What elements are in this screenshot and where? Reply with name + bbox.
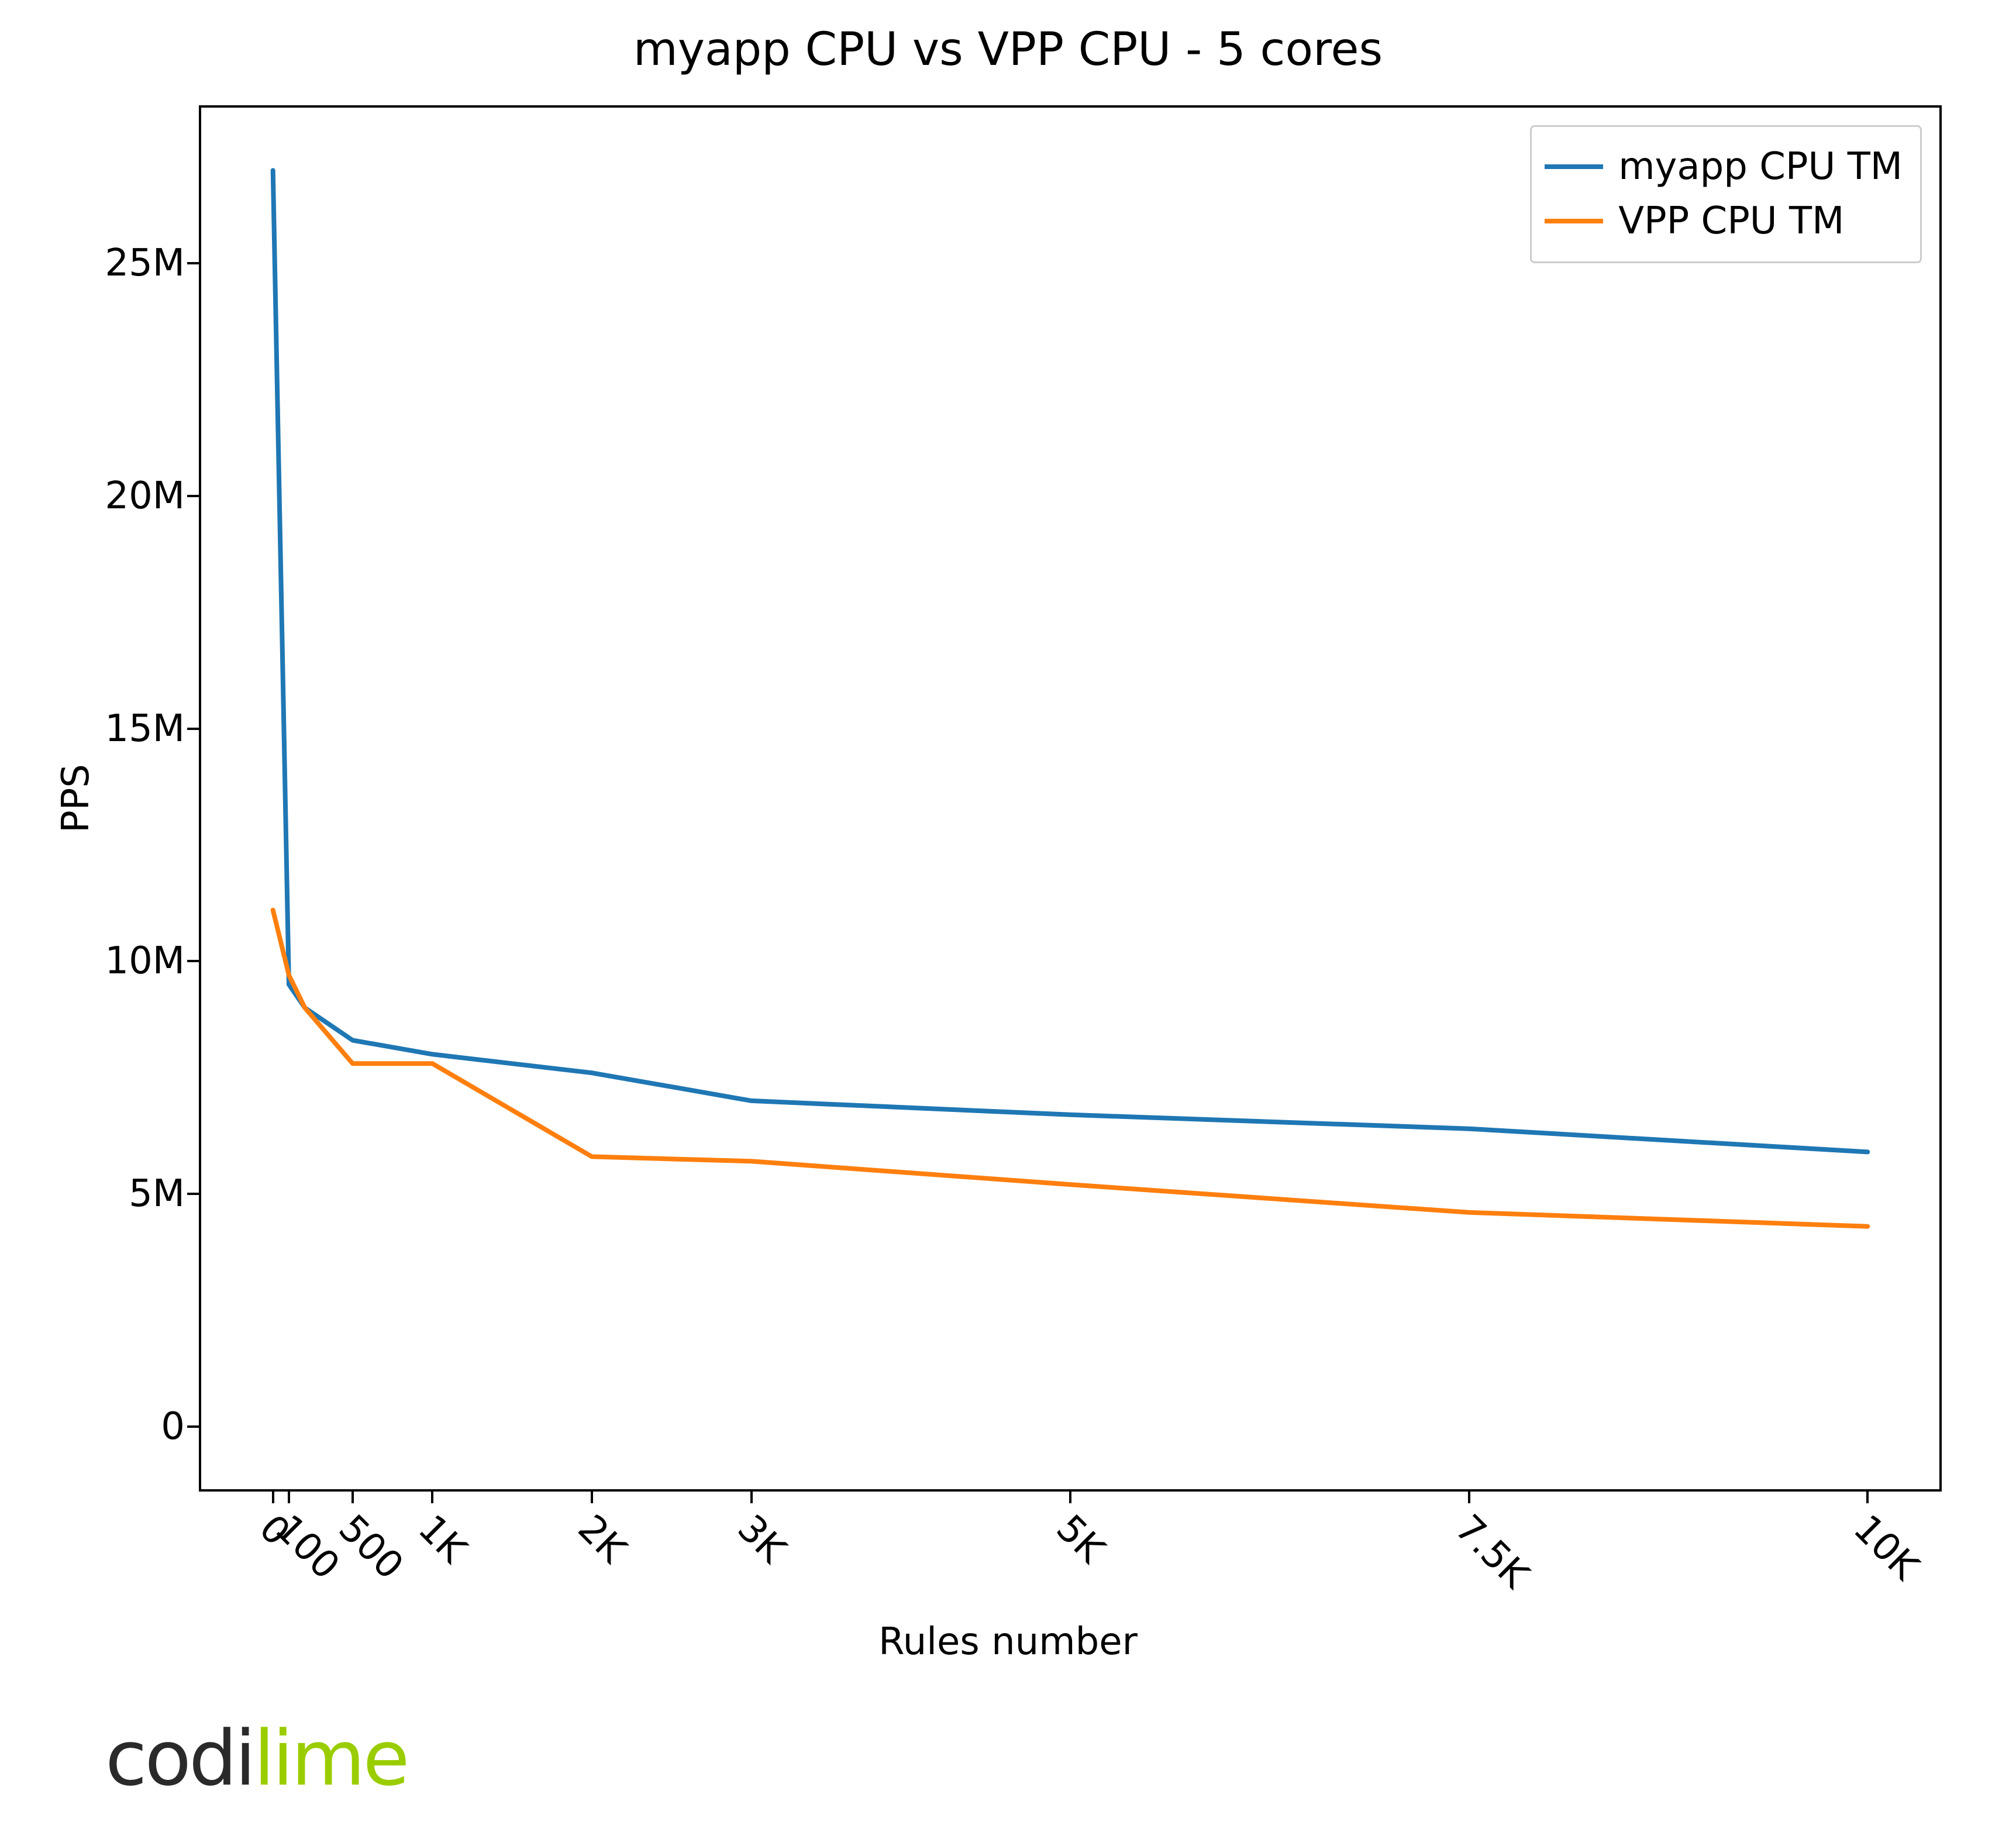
x-tick-label: 7.5K: [1446, 1507, 1536, 1597]
x-tick: [351, 1489, 354, 1503]
x-tick-label: 500: [330, 1507, 412, 1588]
legend-item: VPP CPU TM: [1545, 194, 1903, 249]
legend: myapp CPU TM VPP CPU TM: [1530, 125, 1922, 263]
x-tick-label: 1K: [410, 1507, 475, 1572]
y-tick-label: 10M: [105, 939, 185, 983]
y-tick-label: 25M: [105, 242, 185, 285]
x-tick-label: 5K: [1048, 1507, 1113, 1572]
y-tick: [187, 1193, 201, 1195]
x-tick-label: 2K: [570, 1507, 635, 1572]
x-axis-label: Rules number: [0, 1620, 2016, 1664]
series-line-vpp-cpu-tm: [273, 910, 1868, 1227]
legend-label: VPP CPU TM: [1618, 194, 1844, 249]
x-tick: [272, 1489, 274, 1503]
x-tick: [1468, 1489, 1470, 1503]
chart-title: myapp CPU vs VPP CPU - 5 cores: [0, 23, 2016, 76]
y-axis-label: PPS: [54, 764, 98, 833]
series-line-myapp-cpu-tm: [273, 170, 1868, 1152]
y-tick-label: 20M: [105, 474, 185, 518]
y-tick: [187, 495, 201, 497]
x-tick: [750, 1489, 753, 1503]
y-tick-label: 5M: [129, 1172, 185, 1215]
y-tick: [187, 728, 201, 730]
y-tick-label: 0: [161, 1405, 185, 1448]
legend-item: myapp CPU TM: [1545, 140, 1903, 194]
x-tick: [1866, 1489, 1869, 1503]
x-tick: [288, 1489, 290, 1503]
y-tick: [187, 262, 201, 264]
logo-text-lime: lime: [254, 1714, 408, 1803]
legend-label: myapp CPU TM: [1618, 140, 1903, 194]
chart-figure: myapp CPU vs VPP CPU - 5 cores PPS myapp…: [0, 0, 2016, 1839]
y-tick: [187, 1425, 201, 1428]
legend-swatch: [1545, 219, 1603, 223]
x-tick: [1069, 1489, 1071, 1503]
y-tick-label: 15M: [105, 707, 185, 750]
y-tick: [187, 960, 201, 962]
codilime-logo: codilime: [105, 1714, 408, 1803]
x-tick-label: 10K: [1845, 1507, 1927, 1589]
plot-area: myapp CPU TM VPP CPU TM 05M10M15M20M25M …: [199, 105, 1942, 1492]
legend-swatch: [1545, 164, 1603, 169]
x-tick: [591, 1489, 593, 1503]
x-tick: [431, 1489, 433, 1503]
x-tick-label: 3K: [729, 1507, 794, 1572]
plot-svg: [201, 108, 1939, 1489]
logo-text-codi: codi: [105, 1714, 254, 1803]
